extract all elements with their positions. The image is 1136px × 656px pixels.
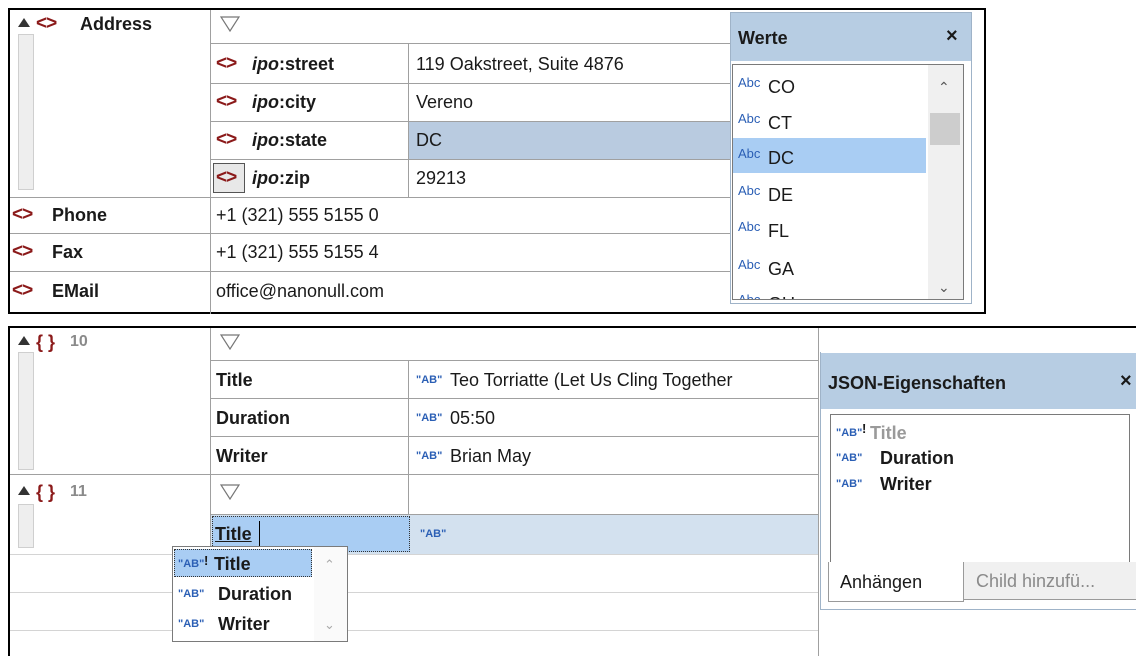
string-type-icon: "AB" <box>178 558 205 570</box>
werte-item-value: DC <box>768 148 794 168</box>
filter-icon[interactable] <box>220 334 240 352</box>
fax-value[interactable]: +1 (321) 555 5155 4 <box>216 241 379 263</box>
werte-item-value: FL <box>768 221 790 241</box>
object-index-10: 10 <box>70 333 88 350</box>
obj10-key-title: Title <box>216 370 253 390</box>
obj10-key-writer: Writer <box>216 446 268 466</box>
tab-child-hinzufuegen-label: Child hinzufü... <box>976 571 1096 591</box>
autocomplete-label: Duration <box>218 584 292 604</box>
required-marker: ! <box>204 553 209 568</box>
werte-item-value: GU <box>768 293 795 299</box>
string-type-icon: "AB" <box>416 374 443 386</box>
collapse-triangle-obj10[interactable] <box>18 336 30 345</box>
json-property-label: Duration <box>880 448 954 468</box>
close-icon[interactable]: × <box>1120 370 1132 392</box>
obj10-key-duration: Duration <box>216 408 290 428</box>
row-value-street[interactable]: 119 Oakstreet, Suite 4876 <box>416 53 624 75</box>
abc-icon: Abc <box>738 111 761 126</box>
phone-label: Phone <box>52 205 108 225</box>
string-type-icon: "AB" <box>836 452 863 464</box>
row-value-city[interactable]: Vereno <box>416 91 473 113</box>
werte-item-value: DE <box>768 185 794 205</box>
string-type-icon: "AB" <box>178 588 205 600</box>
obj10-value-duration[interactable]: 05:50 <box>450 407 495 429</box>
werte-panel-title: Werte <box>738 28 788 48</box>
abc-icon: Abc <box>738 257 761 272</box>
obj10-value-title[interactable]: Teo Torriatte (Let Us Cling Together <box>450 369 732 391</box>
abc-icon: Abc <box>738 75 761 90</box>
string-type-icon: "AB" <box>836 427 863 439</box>
obj10-value-writer[interactable]: Brian May <box>450 445 531 467</box>
autocomplete-label: Writer <box>218 614 270 634</box>
address-label: Address <box>80 14 153 34</box>
element-icon: <> <box>12 204 33 225</box>
filter-icon[interactable] <box>220 16 240 34</box>
address-indent-bar <box>18 34 34 190</box>
werte-item-value: GA <box>768 259 795 279</box>
element-icon: <> <box>216 129 237 150</box>
string-type-icon: "AB" <box>420 528 447 540</box>
email-value[interactable]: office@nanonull.com <box>216 280 384 302</box>
json-property-label: Writer <box>880 474 932 494</box>
email-label: EMail <box>52 281 100 301</box>
row-name-zip: ipo:zip <box>252 168 310 188</box>
row-name-city: ipo:city <box>252 92 317 112</box>
text-cursor <box>259 521 260 547</box>
row-name-street: ipo:street <box>252 54 335 74</box>
close-icon[interactable]: × <box>946 25 958 47</box>
obj11-key-title[interactable]: Title <box>215 523 252 545</box>
werte-scrollbar[interactable] <box>928 65 963 299</box>
fax-label: Fax <box>52 242 84 262</box>
string-type-icon: "AB" <box>416 412 443 424</box>
element-icon: <> <box>36 13 57 34</box>
werte-scroll-thumb[interactable] <box>930 113 960 145</box>
row-value-zip[interactable]: 29213 <box>416 167 466 189</box>
autocomplete-label: Title <box>214 554 251 574</box>
scroll-down-icon[interactable]: ⌄ <box>938 276 950 298</box>
object-icon: { } <box>36 482 56 502</box>
collapse-triangle-address[interactable] <box>18 18 30 27</box>
werte-item-value: CO <box>768 77 795 97</box>
string-type-icon: "AB" <box>416 450 443 462</box>
obj11-indent-bar <box>18 504 34 548</box>
element-icon: <> <box>216 167 237 188</box>
state-value-highlight <box>409 122 730 159</box>
phone-value[interactable]: +1 (321) 555 5155 0 <box>216 204 379 226</box>
element-icon: <> <box>12 241 33 262</box>
scroll-up-icon[interactable]: ⌃ <box>324 554 335 576</box>
json-properties-title: JSON-Eigenschaften <box>828 373 1007 393</box>
element-icon: <> <box>216 53 237 74</box>
abc-icon: Abc <box>738 219 761 234</box>
tab-anhaengen-label: Anhängen <box>840 572 923 592</box>
element-icon: <> <box>12 280 33 301</box>
werte-selected-highlight <box>733 138 926 173</box>
object-index-11: 11 <box>70 483 87 500</box>
filter-icon[interactable] <box>220 484 240 502</box>
abc-icon: Abc <box>738 146 761 161</box>
abc-icon: Abc <box>738 289 760 299</box>
werte-list-item[interactable]: Abc GU <box>733 285 926 299</box>
required-marker: ! <box>862 421 867 436</box>
row-name-state: ipo:state <box>252 130 328 150</box>
abc-icon: Abc <box>738 183 761 198</box>
json-property-label: Title <box>870 423 907 443</box>
scroll-down-icon[interactable]: ⌄ <box>324 614 335 636</box>
scroll-up-icon[interactable]: ⌃ <box>938 76 950 98</box>
obj10-indent-bar <box>18 352 34 470</box>
object-icon: { } <box>36 332 56 352</box>
string-type-icon: "AB" <box>836 478 863 490</box>
element-icon: <> <box>216 91 237 112</box>
werte-item-value: CT <box>768 113 792 133</box>
string-type-icon: "AB" <box>178 618 205 630</box>
collapse-triangle-obj11[interactable] <box>18 486 30 495</box>
row-value-state[interactable]: DC <box>416 129 442 151</box>
